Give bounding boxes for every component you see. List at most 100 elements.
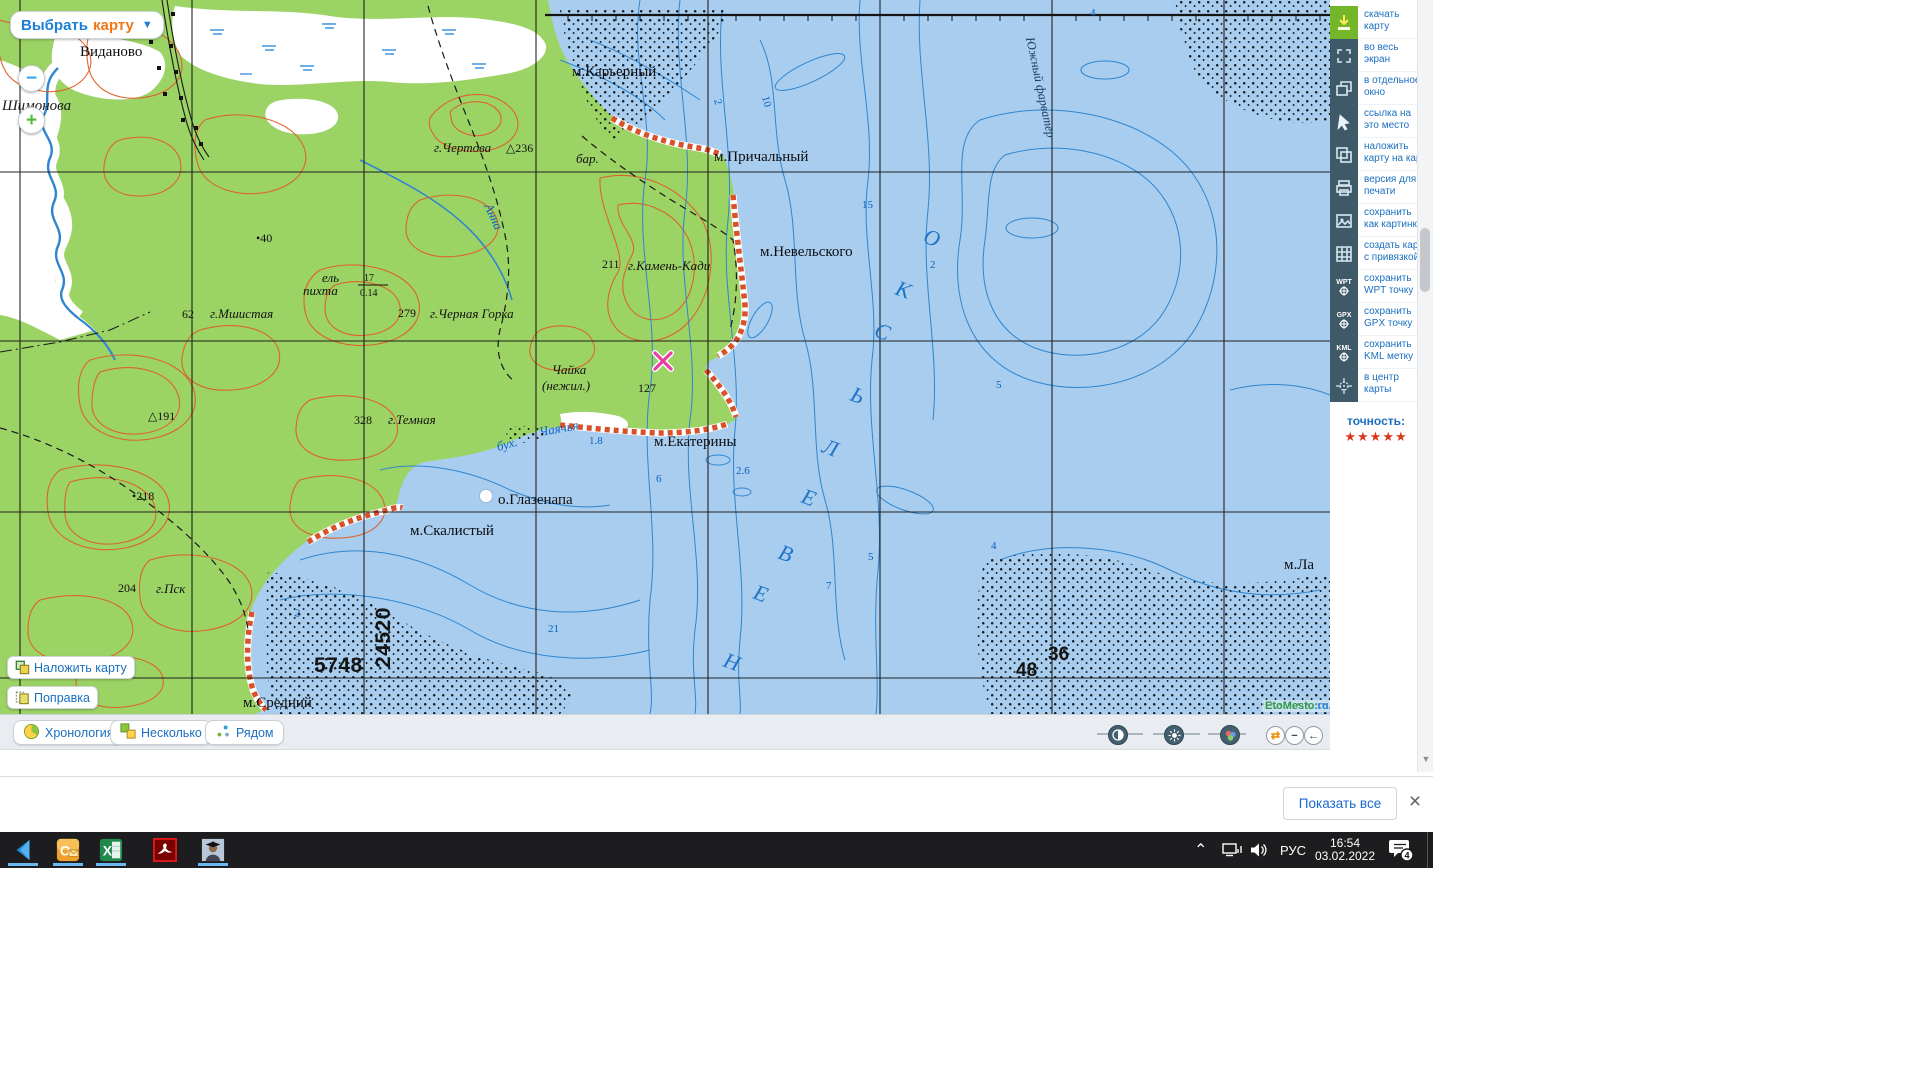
- speaker-icon[interactable]: [1250, 832, 1268, 868]
- taskbar-app-excel[interactable]: X: [98, 837, 124, 863]
- link-place-icon[interactable]: [1330, 105, 1358, 138]
- depth-number: 5: [868, 551, 874, 563]
- map-label: м.Скалистый: [410, 523, 494, 539]
- attribution-domain: .ru: [1315, 700, 1329, 712]
- map-viewport[interactable]: ВидановоШимоновам.Карьерныйм.Причальныйм…: [0, 0, 1330, 714]
- overlay-map-button[interactable]: Наложить карту: [7, 656, 135, 679]
- correction-label: Поправка: [34, 691, 90, 705]
- overlay-map-icon: [15, 660, 30, 675]
- tray-clock[interactable]: 16:54 03.02.2022: [1316, 832, 1374, 868]
- tray-chevron-icon[interactable]: ⌃: [1194, 832, 1207, 868]
- map-label: о.Глазенапа: [498, 492, 573, 508]
- colors-slider[interactable]: [1220, 725, 1240, 745]
- page-scrollbar[interactable]: ▼: [1417, 0, 1433, 772]
- multiple-icon: [120, 723, 136, 742]
- overlay-map-icon[interactable]: [1330, 138, 1358, 171]
- svg-text:KML: KML: [1336, 345, 1352, 352]
- scrollbar-thumb[interactable]: [1420, 228, 1430, 292]
- taskbar: OX ⌃ РУС 16:54 03.02.2022: [0, 832, 1433, 868]
- depth-number: 7: [826, 580, 832, 592]
- sidebar-item-label: версия дляпечати: [1358, 171, 1426, 204]
- depth-number: 4: [991, 540, 997, 552]
- wpt-point-icon[interactable]: WPT: [1330, 270, 1358, 303]
- sidebar-item-center-map[interactable]: в центркарты: [1330, 369, 1426, 402]
- palette-icon: [1224, 729, 1237, 742]
- map-label: 279: [398, 306, 416, 320]
- topographic-map[interactable]: ВидановоШимоновам.Карьерныйм.Причальныйм…: [0, 0, 1330, 714]
- contrast-icon: [1112, 729, 1124, 741]
- sidebar-item-download-map[interactable]: скачатькарту: [1330, 6, 1426, 39]
- taskbar-app-profile[interactable]: [200, 837, 226, 863]
- svg-text:WPT: WPT: [1336, 279, 1352, 286]
- grid-number: 48: [1016, 660, 1037, 681]
- accuracy-stars[interactable]: ★★★★★: [1332, 429, 1420, 445]
- back-button[interactable]: ←: [1304, 726, 1323, 745]
- map-label: △191: [148, 409, 175, 423]
- map-label: м.Ла: [1284, 557, 1314, 573]
- svg-text:4: 4: [1404, 851, 1409, 861]
- language-indicator[interactable]: РУС: [1280, 832, 1306, 868]
- sidebar-item-print-version[interactable]: версия дляпечати: [1330, 171, 1426, 204]
- select-map-button[interactable]: Выбрать карту ▼: [10, 11, 164, 39]
- notification-center-icon[interactable]: 4: [1388, 832, 1414, 868]
- collapse-button[interactable]: −: [1285, 726, 1304, 745]
- running-app-indicator: [8, 863, 38, 866]
- depth-number: 21: [548, 623, 559, 635]
- desktop-screen: ВидановоШимоновам.Карьерныйм.Причальныйм…: [0, 0, 1920, 1080]
- fullscreen-icon[interactable]: [1330, 39, 1358, 72]
- swap-maps-button[interactable]: ⇄: [1266, 726, 1285, 745]
- map-label: 328: [354, 413, 372, 427]
- separate-window-icon[interactable]: [1330, 72, 1358, 105]
- brightness-slider[interactable]: [1164, 725, 1184, 745]
- show-desktop-button[interactable]: [1427, 832, 1428, 868]
- sidebar-item-fullscreen[interactable]: во весьэкран: [1330, 39, 1426, 72]
- sidebar-item-kml-mark[interactable]: KMLсохранитьKML метку: [1330, 336, 1426, 369]
- overlay-map-label: Наложить карту: [34, 661, 127, 675]
- running-app-indicator: [53, 863, 83, 866]
- select-map-word1: Выбрать: [21, 17, 88, 34]
- download-map-icon[interactable]: [1330, 6, 1358, 39]
- toolbar-button-label: Рядом: [236, 726, 274, 740]
- network-icon[interactable]: [1222, 832, 1242, 868]
- map-attribution[interactable]: EtoMesto.ru: [1262, 700, 1330, 712]
- taskbar-app-acrobat[interactable]: [152, 837, 178, 863]
- sidebar-item-overlay-map[interactable]: наложитькарту на карту: [1330, 138, 1426, 171]
- scrollbar-down-arrow[interactable]: ▼: [1420, 752, 1432, 766]
- sidebar-item-save-image[interactable]: сохранитькак картинку: [1330, 204, 1426, 237]
- print-version-icon[interactable]: [1330, 171, 1358, 204]
- grid-number: 36: [1048, 644, 1069, 665]
- sidebar-item-label: в отдельноеокно: [1358, 72, 1426, 105]
- map-label: 211: [602, 257, 620, 271]
- center-map-icon[interactable]: [1330, 369, 1358, 402]
- map-label: г.Пск: [156, 581, 186, 596]
- brightness-icon: [1168, 729, 1181, 742]
- map-label: △236: [506, 141, 533, 155]
- gpx-point-icon[interactable]: GPX: [1330, 303, 1358, 336]
- sidebar-item-wpt-point[interactable]: WPT сохранитьWPT точку: [1330, 270, 1426, 303]
- sidebar-item-gpx-point[interactable]: GPXсохранитьGPX точку: [1330, 303, 1426, 336]
- map-label: г.Камень-Кади: [628, 258, 711, 273]
- sidebar-item-georeferenced-map[interactable]: создать картус привязкой: [1330, 237, 1426, 270]
- correction-button[interactable]: Поправка: [7, 686, 98, 709]
- хронология-button[interactable]: Хронология: [13, 720, 124, 745]
- taskbar-app-outlook[interactable]: O: [55, 837, 81, 863]
- georeferenced-map-icon[interactable]: [1330, 237, 1358, 270]
- map-label: 62: [182, 307, 194, 321]
- несколько-button[interactable]: Несколько: [110, 720, 212, 745]
- depth-number: 15: [862, 199, 874, 211]
- kml-mark-icon[interactable]: KML: [1330, 336, 1358, 369]
- sidebar-item-label: сохранитьWPT точку: [1358, 270, 1426, 303]
- show-all-button[interactable]: Показать все: [1283, 787, 1397, 820]
- zoom-in-button[interactable]: +: [18, 107, 45, 134]
- running-app-indicator: [198, 863, 228, 866]
- contrast-slider[interactable]: [1108, 725, 1128, 745]
- taskbar-app-app-logo[interactable]: [10, 837, 36, 863]
- tray-date: 03.02.2022: [1315, 850, 1375, 863]
- close-icon[interactable]: ×: [1403, 790, 1427, 814]
- sidebar-item-link-place[interactable]: ссылка наэто место: [1330, 105, 1426, 138]
- sidebar-item-separate-window[interactable]: в отдельноеокно: [1330, 72, 1426, 105]
- depth-number: 1.8: [589, 435, 603, 447]
- zoom-out-button[interactable]: −: [18, 65, 45, 92]
- save-image-icon[interactable]: [1330, 204, 1358, 237]
- рядом-button[interactable]: Рядом: [205, 720, 284, 745]
